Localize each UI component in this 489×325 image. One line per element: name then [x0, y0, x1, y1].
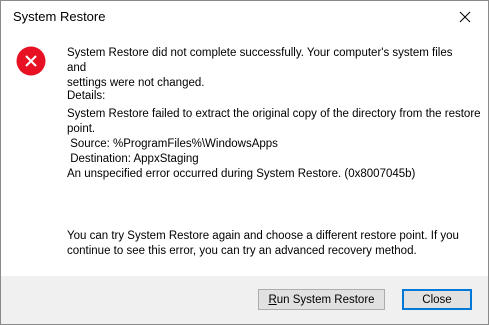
system-restore-error-dialog: System Restore System Restore did not co… — [0, 0, 489, 325]
hint-message: You can try System Restore again and cho… — [67, 229, 467, 259]
details-destination: Destination: AppxStaging — [67, 153, 199, 165]
hint-message-line-1: You can try System Restore again and cho… — [67, 230, 459, 242]
details-label: Details: — [67, 90, 106, 102]
main-message-line-1: System Restore did not complete successf… — [67, 47, 453, 74]
details-line-2: point. — [67, 123, 96, 135]
close-button-label: Close — [422, 293, 452, 306]
hint-message-line-2: continue to see this error, you can try … — [67, 245, 417, 257]
window-title: System Restore — [13, 9, 106, 24]
button-bar: Run System Restore Close — [1, 276, 488, 324]
details-line-1: System Restore failed to extract the ori… — [67, 108, 481, 120]
title-bar[interactable]: System Restore — [1, 1, 488, 33]
details-error-code: An unspecified error occurred during Sys… — [67, 168, 416, 180]
run-accelerator-key: R — [268, 293, 277, 306]
details-text: System Restore failed to extract the ori… — [67, 107, 481, 182]
close-icon[interactable] — [442, 1, 488, 33]
run-button-label: un System Restore — [276, 293, 375, 306]
close-button[interactable]: Close — [402, 289, 472, 310]
error-circle-icon — [16, 46, 46, 76]
run-system-restore-button[interactable]: Run System Restore — [258, 289, 385, 310]
details-source: Source: %ProgramFiles%\WindowsApps — [67, 138, 278, 150]
main-message: System Restore did not complete successf… — [67, 46, 467, 91]
